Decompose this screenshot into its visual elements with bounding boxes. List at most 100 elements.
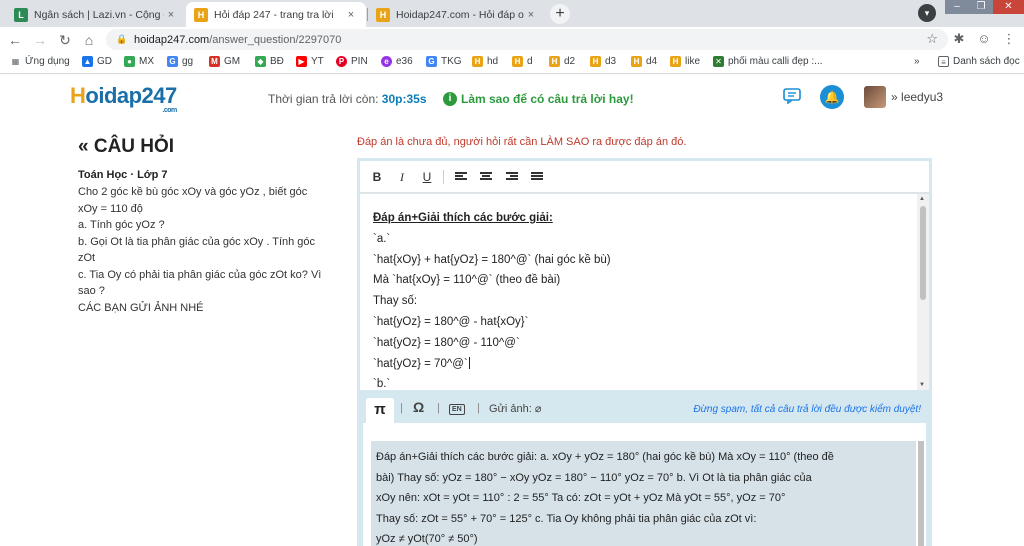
question-line: CÁC BẠN GỬI ẢNH NHÉ [78, 301, 204, 314]
bookmark-tkg[interactable]: G TKG [426, 56, 462, 67]
bold-button[interactable]: B [369, 169, 385, 185]
home-icon[interactable]: ⌂ [80, 31, 98, 49]
bookmark-mx[interactable]: ● MX [124, 56, 154, 67]
bookmark-e36[interactable]: e e36 [381, 56, 413, 67]
bookmark-gd[interactable]: ▲ GD [82, 56, 112, 67]
bookmark-star-icon[interactable]: ☆ [926, 31, 938, 47]
answer-line: Mà `hat{xOy} = 110^@` (theo đề bài) [373, 274, 561, 287]
maps-pin-icon: ◆ [255, 56, 266, 67]
browser-tabstrip: L Ngân sách | Lazi.vn - Cộng đồng × H Hỏ… [0, 0, 1024, 27]
restore-icon[interactable]: ❐ [969, 0, 993, 14]
more-bookmarks-icon[interactable]: » [914, 56, 920, 67]
paperclip-icon: ⌀ [534, 403, 542, 415]
question-line: a. Tính góc yOz ? [78, 219, 165, 231]
forward-icon[interactable]: → [31, 31, 49, 49]
profile-icon[interactable]: ▾ [918, 4, 936, 22]
question-subject: Toán Học · Lớp 7 [78, 169, 168, 181]
bookmark-d[interactable]: Hd [512, 56, 533, 67]
editor-scrollbar[interactable]: ▲ ▼ [917, 194, 929, 390]
bookmark-d4[interactable]: Hd4 [631, 56, 657, 67]
pi-math-tab[interactable]: π [366, 398, 394, 423]
bookmark-apps[interactable]: ▦ Ứng dụng [10, 56, 70, 67]
menu-kebab-icon[interactable]: ⋮ [1000, 31, 1018, 47]
extensions-icon[interactable]: ✱ [950, 31, 968, 47]
align-right-icon[interactable] [506, 172, 518, 182]
scroll-down-icon[interactable]: ▼ [919, 382, 925, 388]
hoidap-icon: H [512, 56, 523, 67]
preview-line: Đáp án+Giải thích các bước giải: a. xOy … [376, 451, 834, 463]
browser-tab-hoidap-answer[interactable]: H Hỏi đáp 247 - trang tra lời × [186, 2, 366, 27]
editor-toolbar: B I U [360, 161, 929, 193]
preview-line: bài) Thay số: yOz = 180° − xOy yOz = 180… [376, 471, 812, 484]
bookmark-like[interactable]: Hlike [670, 56, 700, 67]
bookmark-pin[interactable]: P PIN [336, 56, 368, 67]
close-window-icon[interactable]: ✕ [993, 0, 1024, 14]
preview-line: Thay số: zOt = 55° + 70° = 125° c. Tia O… [376, 512, 757, 525]
omega-symbol-button[interactable]: Ω [413, 399, 424, 415]
answer-preview: Đáp án+Giải thích các bước giải: a. xOy … [363, 423, 926, 546]
bookmarks-bar: ▦ Ứng dụng ▲ GD ● MX Ggg M GM ◆ BĐ ▶ YT P PIN e… [0, 52, 1024, 74]
reload-icon[interactable]: ↻ [56, 31, 74, 49]
minimize-icon[interactable]: – [945, 0, 969, 14]
question-title: « CÂU HỎI [78, 136, 175, 157]
bookmark-gm[interactable]: M GM [209, 56, 240, 67]
align-left-icon[interactable] [455, 172, 467, 182]
bookmark-bd[interactable]: ◆ BĐ [255, 56, 284, 67]
hoidap-icon: H [631, 56, 642, 67]
hoidap-icon: H [670, 56, 681, 67]
back-icon[interactable]: ← [6, 31, 24, 49]
english-keyboard-button[interactable]: EN [449, 402, 465, 415]
underline-button[interactable]: U [419, 169, 435, 185]
lazi-favicon-icon: L [14, 7, 28, 22]
lock-icon: 🔒 [116, 34, 128, 44]
drive-icon: ▲ [82, 56, 93, 67]
send-image-button[interactable]: Gửi ảnh: ⌀ [489, 402, 542, 415]
pinterest-icon: P [336, 56, 347, 67]
text-caret [468, 356, 470, 369]
answer-timer: Thời gian trả lời còn: 30p:35s [268, 92, 427, 106]
answer-textarea[interactable]: Đáp án+Giải thích các bước giải: `a.` `h… [360, 194, 929, 390]
address-bar[interactable]: 🔒 hoidap247.com/answer_question/2297070 … [106, 29, 948, 50]
preview-scrollbar[interactable] [918, 441, 924, 546]
hoidap-icon: H [590, 56, 601, 67]
hoidap247-logo[interactable]: Hoidap247 .com [70, 83, 177, 114]
math-toolbar: π | Ω | EN | Gửi ảnh: ⌀ Đừng spam, tất c… [360, 393, 929, 423]
separator: | [477, 402, 480, 414]
mx-icon: ● [124, 56, 135, 67]
italic-button[interactable]: I [394, 169, 410, 185]
notification-bell-icon[interactable]: 🔔 [820, 85, 844, 109]
tab-title: Hoidap247.com - Hỏi đáp online [396, 8, 524, 21]
tab-close-icon[interactable]: × [164, 9, 178, 21]
bookmark-phoi-mau[interactable]: ✕ phối màu calli đẹp :... [713, 56, 823, 67]
scroll-thumb[interactable] [920, 206, 926, 300]
new-tab-button[interactable]: + [550, 4, 570, 24]
answer-line: `hat{xOy} + hat{yOz} = 180^@` (hai góc k… [373, 253, 611, 266]
howto-link[interactable]: i Làm sao để có câu trả lời hay! [443, 92, 634, 106]
separator: | [400, 402, 403, 414]
timer-value: 30p:35s [381, 92, 427, 106]
align-center-icon[interactable] [480, 172, 492, 182]
separator: | [437, 402, 440, 414]
bookmark-d3[interactable]: Hd3 [590, 56, 616, 67]
site-header: Hoidap247 .com Thời gian trả lời còn: 30p… [0, 75, 1024, 121]
tab-close-icon[interactable]: × [344, 9, 358, 21]
bookmark-d2[interactable]: Hd2 [549, 56, 575, 67]
bookmark-yt[interactable]: ▶ YT [296, 56, 324, 67]
browser-tab-hoidap-home[interactable]: H Hoidap247.com - Hỏi đáp online × [368, 2, 546, 27]
align-justify-icon[interactable] [531, 172, 543, 182]
bookmark-hd[interactable]: Hhd [472, 56, 498, 67]
reading-list[interactable]: ≡ Danh sách đọc [938, 56, 1020, 67]
profile-avatar-icon[interactable]: ☺ [975, 31, 993, 46]
answer-line: `a.` [373, 232, 391, 245]
chat-icon[interactable] [783, 88, 801, 104]
tab-close-icon[interactable]: × [524, 9, 538, 21]
username[interactable]: » leedyu3 [891, 90, 943, 104]
scroll-up-icon[interactable]: ▲ [919, 196, 925, 202]
browser-tab-lazi[interactable]: L Ngân sách | Lazi.vn - Cộng đồng × [6, 2, 186, 27]
bookmark-gg[interactable]: Ggg [167, 56, 193, 67]
avatar[interactable] [864, 86, 886, 108]
preview-line: yOz ≠ yOt(70° ≠ 50°) [376, 533, 478, 546]
reading-list-icon: ≡ [938, 56, 949, 67]
tab-title: Hỏi đáp 247 - trang tra lời [214, 8, 334, 21]
e36-icon: e [381, 56, 392, 67]
